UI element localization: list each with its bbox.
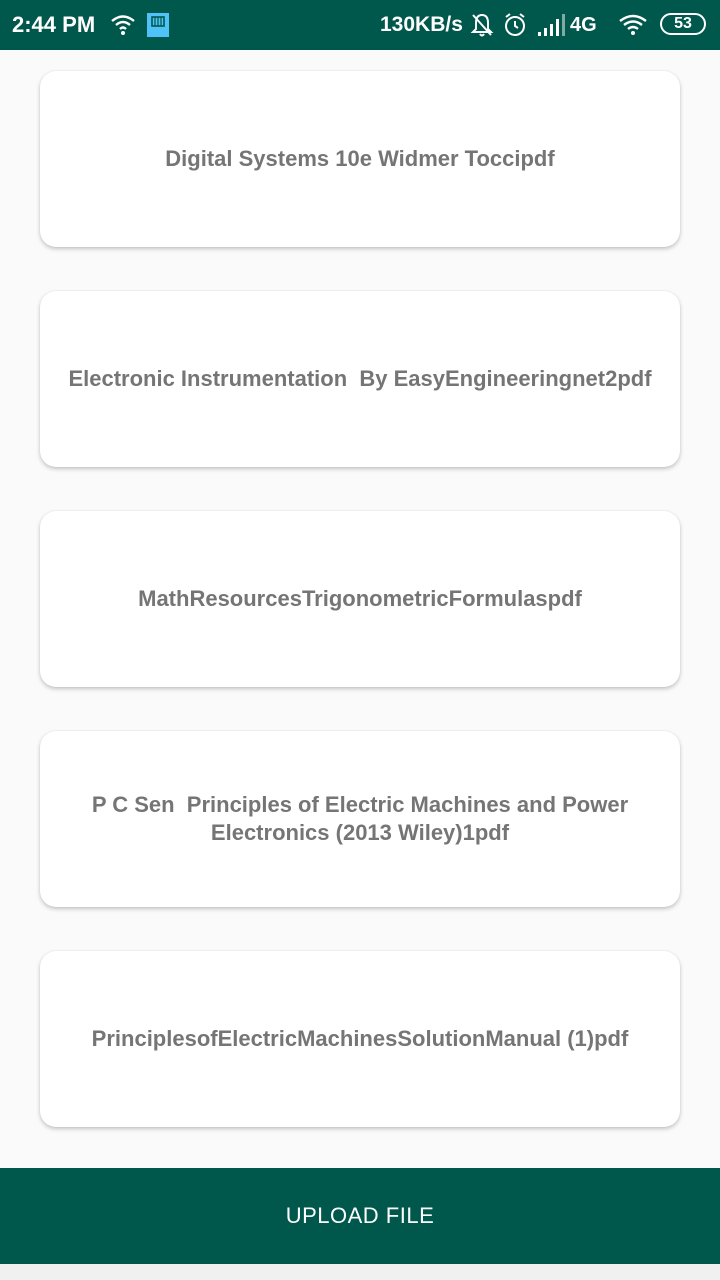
alarm-icon	[505, 13, 525, 36]
sim-card-icon	[147, 13, 169, 37]
battery-icon: 53	[660, 13, 706, 35]
bell-off-icon	[470, 13, 494, 37]
signal-icon	[538, 14, 565, 36]
file-list[interactable]: Digital Systems 10e Widmer Toccipdf Elec…	[0, 50, 720, 1168]
file-name: P C Sen Principles of Electric Machines …	[91, 792, 635, 845]
network-speed: 130KB/s	[380, 13, 463, 36]
status-time: 2:44 PM	[12, 12, 96, 37]
file-name: Digital Systems 10e Widmer Toccipdf	[165, 146, 555, 171]
navigation-bar-area	[0, 1264, 720, 1280]
file-name: MathResourcesTrigonometricFormulaspdf	[138, 586, 582, 611]
file-card[interactable]: PrinciplesofElectricMachinesSolutionManu…	[40, 951, 680, 1127]
wifi-icon	[619, 14, 647, 35]
file-card[interactable]: P C Sen Principles of Electric Machines …	[40, 731, 680, 907]
network-type: 4G	[570, 14, 597, 36]
file-card[interactable]: Electronic Instrumentation By EasyEngine…	[40, 291, 680, 467]
status-bar: 2:44 PM 130KB/s 4G 53	[0, 0, 720, 50]
file-card[interactable]: MathResourcesTrigonometricFormulaspdf	[40, 511, 680, 687]
wifi-icon	[111, 15, 135, 35]
file-name: PrinciplesofElectricMachinesSolutionManu…	[91, 1026, 629, 1051]
upload-file-button[interactable]: UPLOAD FILE	[0, 1168, 720, 1264]
file-name: Electronic Instrumentation By EasyEngine…	[68, 366, 652, 391]
file-card[interactable]: Digital Systems 10e Widmer Toccipdf	[40, 71, 680, 247]
